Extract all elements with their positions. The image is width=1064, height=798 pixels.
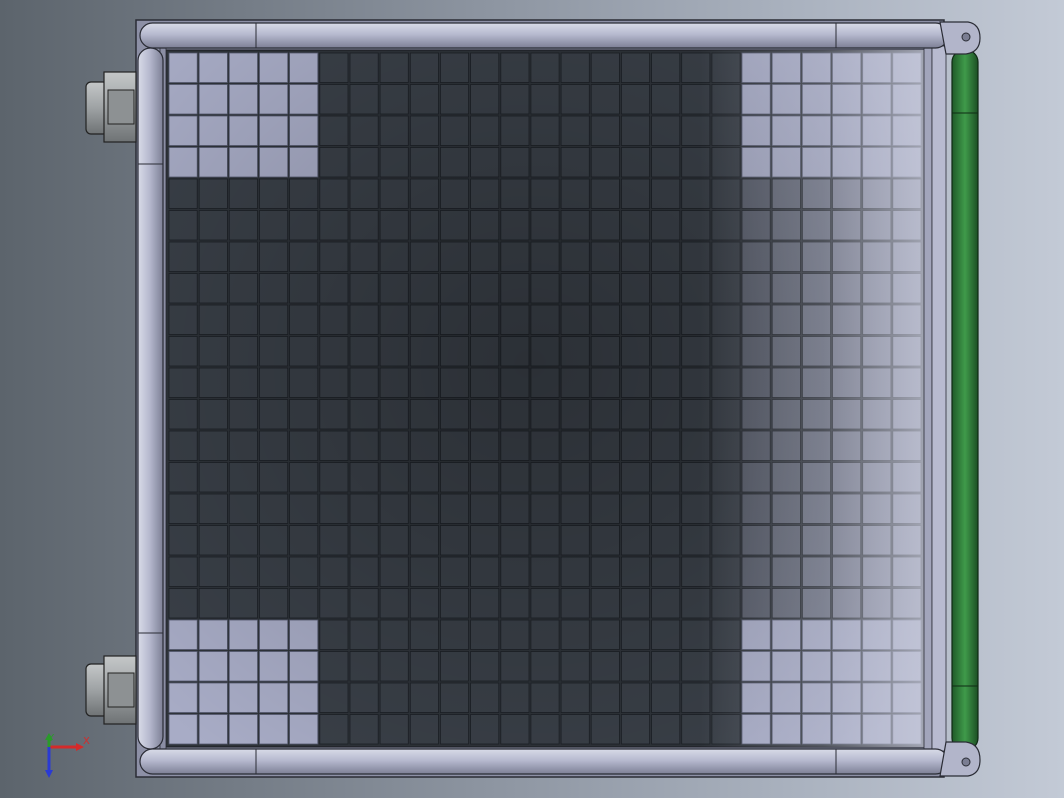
frame-rail-top bbox=[139, 22, 949, 49]
x-axis-label: X bbox=[83, 736, 90, 747]
z-axis-arrowhead bbox=[45, 770, 53, 778]
graphics-viewport[interactable]: X Y bbox=[0, 0, 1064, 798]
highlight-overlay bbox=[700, 50, 924, 747]
hinge-eye-top bbox=[939, 21, 981, 55]
model-view[interactable] bbox=[0, 0, 1064, 798]
inner-frame-right-strip bbox=[931, 45, 947, 752]
hinge-eye-bottom bbox=[939, 741, 981, 777]
inner-frame-right bbox=[923, 45, 933, 752]
frame-rail-bottom bbox=[139, 748, 949, 775]
door-gasket bbox=[951, 49, 979, 751]
cable-gland-top bbox=[85, 71, 137, 143]
frame-rail-left bbox=[137, 47, 164, 750]
orientation-triad: X Y bbox=[40, 732, 100, 782]
cable-gland-bottom bbox=[85, 655, 137, 725]
y-axis-label: Y bbox=[48, 733, 55, 744]
